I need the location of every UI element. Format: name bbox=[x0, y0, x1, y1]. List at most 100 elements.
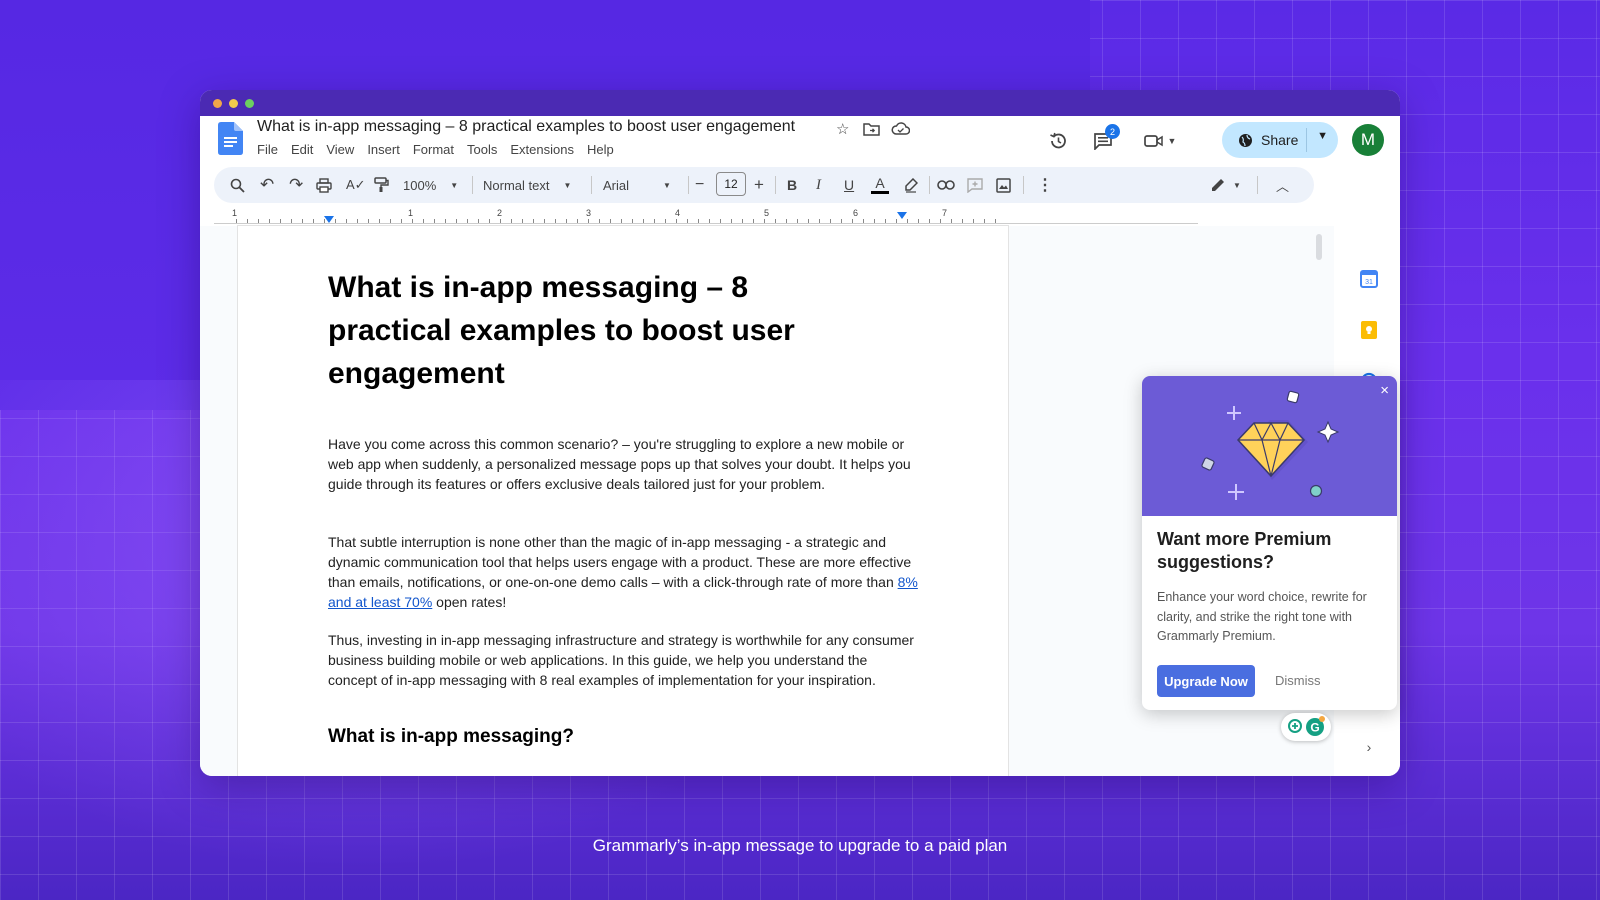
diamond-illustration-icon bbox=[1201, 390, 1340, 500]
account-avatar[interactable]: M bbox=[1352, 124, 1384, 156]
spellcheck-icon: A✓ bbox=[346, 177, 366, 192]
window-close-dot[interactable] bbox=[213, 98, 222, 108]
italic-icon: I bbox=[816, 176, 821, 193]
more-vert-icon: ⋮ bbox=[1037, 177, 1053, 194]
left-indent-marker[interactable] bbox=[324, 216, 334, 223]
style-select[interactable]: Normal text ▼ bbox=[483, 167, 571, 203]
page-gutter bbox=[214, 226, 238, 776]
ruler-label: 1 bbox=[408, 208, 414, 218]
grammarly-hero: × bbox=[1142, 376, 1397, 516]
ruler-label: 2 bbox=[497, 208, 503, 218]
search-menus-button[interactable] bbox=[230, 167, 245, 203]
search-icon bbox=[230, 178, 245, 193]
calendar-icon[interactable]: 31 bbox=[1358, 268, 1380, 290]
spellcheck-button[interactable]: A✓ bbox=[346, 167, 366, 203]
toolbar-divider bbox=[591, 176, 592, 194]
formatting-toolbar: ↶ ↷ A✓ 100% ▼ Normal text ▼ Arial ▼ − 12… bbox=[214, 167, 1314, 203]
zoom-select[interactable]: 100% ▼ bbox=[403, 167, 458, 203]
chevron-down-icon: ▼ bbox=[563, 180, 572, 190]
highlight-button[interactable] bbox=[904, 167, 918, 203]
ruler: 1 1 2 3 4 5 6 7 bbox=[214, 208, 1198, 224]
header-actions: 2 ▼ Share ▼ M bbox=[200, 122, 1400, 160]
ruler-label: 1 bbox=[232, 208, 238, 218]
window-minimize-dot[interactable] bbox=[229, 98, 238, 108]
font-value: Arial bbox=[603, 177, 630, 193]
close-icon[interactable]: × bbox=[1380, 382, 1389, 399]
plus-icon: + bbox=[754, 175, 764, 194]
section-heading: What is in-app messaging? bbox=[328, 726, 574, 747]
comments-badge: 2 bbox=[1105, 124, 1120, 139]
popup-title: Want more Premium suggestions? bbox=[1157, 529, 1332, 572]
paragraph-1: Have you come across this common scenari… bbox=[328, 436, 911, 492]
share-label: Share bbox=[1261, 132, 1299, 148]
bold-button[interactable]: B bbox=[787, 167, 797, 203]
paragraph-2-text: That subtle interruption is none other t… bbox=[328, 534, 912, 590]
style-value: Normal text bbox=[483, 177, 550, 193]
svg-text:31: 31 bbox=[1365, 279, 1373, 286]
right-indent-marker[interactable] bbox=[897, 212, 907, 219]
link-icon bbox=[937, 180, 955, 190]
increase-font-size-button[interactable]: + bbox=[754, 167, 764, 203]
share-button[interactable]: Share ▼ bbox=[1222, 122, 1338, 158]
chevron-down-icon: ▼ bbox=[663, 180, 671, 190]
expand-panel-icon[interactable]: › bbox=[1358, 736, 1380, 758]
share-divider bbox=[1306, 128, 1307, 152]
meet-button[interactable]: ▼ bbox=[1140, 126, 1180, 156]
chevron-up-icon: ︿ bbox=[1276, 178, 1290, 194]
video-camera-icon bbox=[1143, 135, 1163, 147]
comments-button[interactable]: 2 bbox=[1088, 124, 1120, 156]
svg-text:G: G bbox=[1310, 721, 1319, 735]
hide-menus-button[interactable]: ︿ bbox=[1276, 167, 1289, 203]
vertical-scrollbar[interactable] bbox=[1316, 234, 1322, 260]
version-history-button[interactable] bbox=[1043, 126, 1073, 156]
font-size-input[interactable]: 12 bbox=[716, 172, 746, 196]
redo-button[interactable]: ↷ bbox=[289, 167, 303, 203]
text-color-swatch bbox=[871, 191, 889, 194]
toolbar-divider bbox=[929, 176, 930, 194]
toolbar-divider bbox=[472, 176, 473, 194]
chevron-down-icon: ▼ bbox=[450, 180, 459, 190]
upgrade-now-button[interactable]: Upgrade Now bbox=[1157, 665, 1255, 697]
chevron-down-icon: ▼ bbox=[1233, 180, 1241, 190]
print-icon bbox=[316, 177, 332, 193]
highlighter-icon bbox=[905, 177, 918, 193]
font-select[interactable]: Arial ▼ bbox=[603, 167, 671, 203]
insert-image-button[interactable] bbox=[996, 167, 1011, 203]
document-heading: What is in-app messaging – 8 practical e… bbox=[328, 271, 795, 390]
add-comment-button[interactable] bbox=[967, 167, 983, 203]
toolbar-divider bbox=[1257, 176, 1258, 194]
window-maximize-dot[interactable] bbox=[245, 98, 254, 108]
toolbar-divider bbox=[688, 176, 689, 194]
paint-format-button[interactable] bbox=[374, 167, 389, 203]
paragraph-3: Thus, investing in in-app messaging infr… bbox=[328, 632, 914, 688]
ruler-label: 7 bbox=[942, 208, 948, 218]
keep-icon[interactable] bbox=[1358, 319, 1380, 341]
document-page[interactable]: What is in-app messaging – 8 practical e… bbox=[238, 226, 1008, 776]
text-color-button[interactable]: A bbox=[871, 167, 889, 203]
ruler-label: 4 bbox=[675, 208, 681, 218]
ruler-label: 3 bbox=[586, 208, 592, 218]
minus-icon: − bbox=[695, 176, 705, 193]
image-icon bbox=[996, 177, 1011, 193]
ruler-label: 6 bbox=[853, 208, 859, 218]
share-dropdown-icon[interactable]: ▼ bbox=[1317, 130, 1328, 142]
bold-icon: B bbox=[787, 177, 798, 193]
underline-icon: U bbox=[844, 177, 855, 193]
grammarly-logo-icon: G bbox=[1306, 716, 1325, 736]
undo-button[interactable]: ↶ bbox=[260, 167, 274, 203]
dismiss-button[interactable]: Dismiss bbox=[1275, 673, 1321, 688]
insert-link-button[interactable] bbox=[937, 167, 955, 203]
zoom-value: 100% bbox=[403, 177, 437, 193]
underline-button[interactable]: U bbox=[844, 167, 854, 203]
docs-header: What is in-app messaging – 8 practical e… bbox=[200, 116, 1400, 174]
popup-body: Enhance your word choice, rewrite for cl… bbox=[1157, 590, 1367, 643]
italic-button[interactable]: I bbox=[816, 167, 821, 203]
print-button[interactable] bbox=[316, 167, 332, 203]
editing-mode-button[interactable]: ▼ bbox=[1211, 167, 1241, 203]
window-titlebar bbox=[200, 90, 1400, 116]
paragraph-2: That subtle interruption is none other t… bbox=[328, 532, 918, 612]
grammarly-widget[interactable]: G bbox=[1281, 713, 1331, 741]
decrease-font-size-button[interactable]: − bbox=[695, 167, 704, 203]
pencil-icon bbox=[1212, 179, 1224, 191]
more-options-button[interactable]: ⋮ bbox=[1037, 167, 1053, 203]
